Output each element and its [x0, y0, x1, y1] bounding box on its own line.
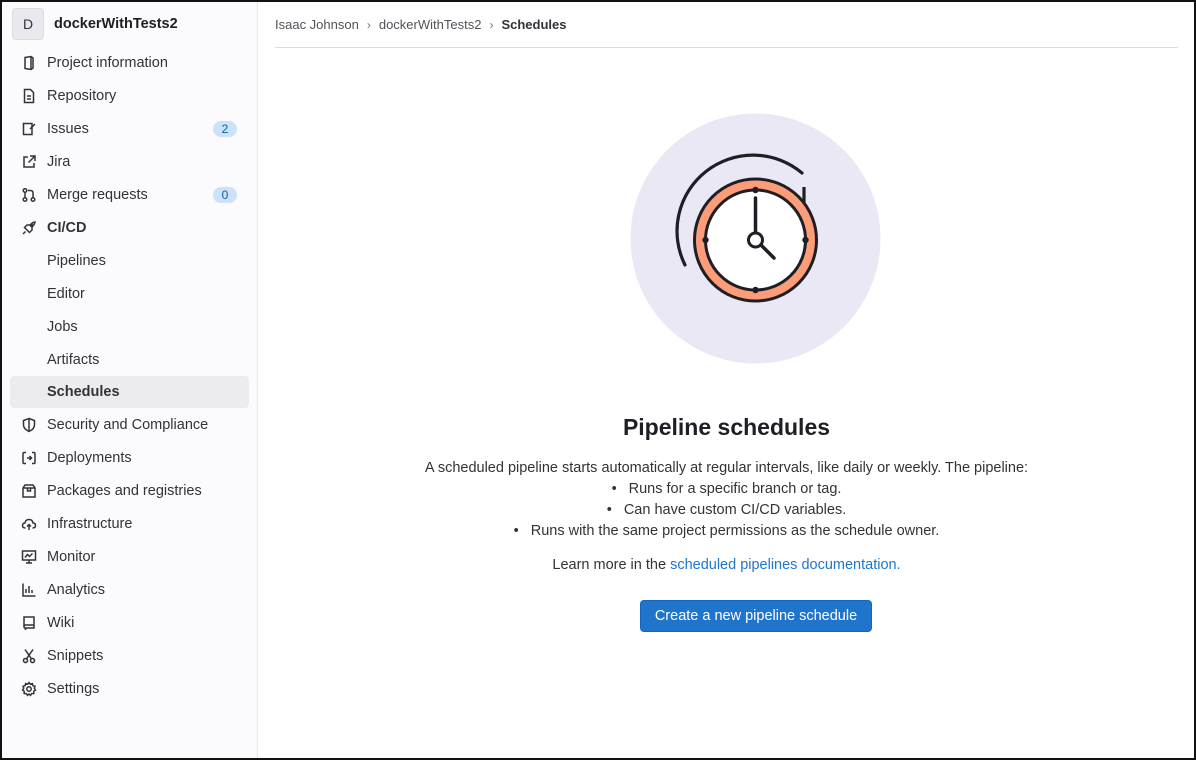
project-avatar[interactable]: D: [12, 8, 44, 40]
merge-requests-count-badge: 0: [213, 187, 237, 203]
merge-request-icon: [20, 186, 38, 204]
sidebar-item-label: Pipelines: [47, 252, 106, 269]
issues-icon: [20, 120, 38, 138]
book-icon: [20, 614, 38, 632]
sidebar-subitem-schedules[interactable]: Schedules: [10, 376, 249, 408]
rocket-icon: [20, 219, 38, 237]
gear-icon: [20, 680, 38, 698]
sidebar-item-label: Merge requests: [47, 186, 148, 203]
monitor-icon: [20, 548, 38, 566]
sidebar-item-label: Infrastructure: [47, 515, 133, 532]
sidebar-item-label: Security and Compliance: [47, 416, 209, 433]
learn-more-prefix: Learn more in the: [552, 557, 671, 573]
project-info-icon: [20, 54, 38, 72]
chart-icon: [20, 581, 38, 599]
empty-state-intro: A scheduled pipeline starts automaticall…: [424, 460, 1029, 476]
sidebar-item-label: Snippets: [47, 647, 104, 664]
breadcrumb-user[interactable]: Isaac Johnson: [275, 17, 359, 32]
sidebar-subitem-jobs[interactable]: Jobs: [2, 310, 257, 343]
project-header[interactable]: D dockerWithTests2: [2, 2, 257, 46]
breadcrumb-separator: ›: [366, 17, 371, 32]
sidebar-item-deployments[interactable]: Deployments: [2, 441, 257, 474]
empty-state-description: A scheduled pipeline starts automaticall…: [259, 458, 1194, 542]
clock-illustration: [630, 113, 881, 364]
sidebar-item-monitor[interactable]: Monitor: [2, 540, 257, 573]
issues-count-badge: 2: [213, 121, 237, 137]
external-link-icon: [20, 153, 38, 171]
sidebar-item-infrastructure[interactable]: Infrastructure: [2, 507, 257, 540]
bullet-item: Can have custom CI/CD variables.: [259, 500, 1194, 521]
document-icon: [20, 87, 38, 105]
sidebar-item-label: Settings: [47, 680, 100, 697]
app-frame: D dockerWithTests2 Project information R…: [0, 0, 1196, 760]
sidebar-item-project-information[interactable]: Project information: [2, 46, 257, 79]
bullet-item: Runs with the same project permissions a…: [259, 521, 1194, 542]
deployments-icon: [20, 449, 38, 467]
sidebar-item-label: Wiki: [47, 614, 75, 631]
sidebar-item-label: Jobs: [47, 318, 78, 335]
sidebar-item-wiki[interactable]: Wiki: [2, 606, 257, 639]
breadcrumb: Isaac Johnson › dockerWithTests2 › Sched…: [275, 2, 1178, 48]
sidebar-item-security-compliance[interactable]: Security and Compliance: [2, 408, 257, 441]
sidebar-item-label: Monitor: [47, 548, 96, 565]
sidebar-item-jira[interactable]: Jira: [2, 145, 257, 178]
sidebar-item-settings[interactable]: Settings: [2, 672, 257, 705]
sidebar-item-label: Analytics: [47, 581, 106, 598]
sidebar-item-packages-registries[interactable]: Packages and registries: [2, 474, 257, 507]
sidebar-item-analytics[interactable]: Analytics: [2, 573, 257, 606]
learn-more-text: Learn more in the scheduled pipelines do…: [259, 557, 1194, 573]
sidebar-item-label: Artifacts: [47, 351, 100, 368]
sidebar-item-issues[interactable]: Issues 2: [2, 112, 257, 145]
breadcrumb-current: Schedules: [501, 17, 567, 32]
empty-state-bullets: Runs for a specific branch or tag. Can h…: [259, 479, 1194, 542]
bullet-item: Runs for a specific branch or tag.: [259, 479, 1194, 500]
sidebar-nav: Project information Repository Issues 2 …: [2, 46, 257, 705]
sidebar-subitem-artifacts[interactable]: Artifacts: [2, 343, 257, 376]
empty-state-title: Pipeline schedules: [622, 414, 831, 440]
shield-icon: [20, 416, 38, 434]
sidebar-item-repository[interactable]: Repository: [2, 79, 257, 112]
sidebar-item-label: Schedules: [47, 384, 120, 400]
breadcrumb-separator: ›: [489, 17, 494, 32]
package-icon: [20, 482, 38, 500]
sidebar-item-label: CI/CD: [47, 219, 87, 236]
sidebar-item-label: Jira: [47, 153, 71, 170]
main-content: Isaac Johnson › dockerWithTests2 › Sched…: [259, 2, 1194, 758]
breadcrumb-project[interactable]: dockerWithTests2: [379, 17, 482, 32]
sidebar-item-cicd[interactable]: CI/CD: [2, 211, 257, 244]
scissors-icon: [20, 647, 38, 665]
sidebar: D dockerWithTests2 Project information R…: [2, 2, 258, 758]
sidebar-subitem-pipelines[interactable]: Pipelines: [2, 244, 257, 277]
sidebar-item-label: Project information: [47, 54, 168, 71]
cloud-icon: [20, 515, 38, 533]
project-name[interactable]: dockerWithTests2: [54, 16, 178, 32]
sidebar-item-label: Editor: [47, 285, 85, 302]
sidebar-item-label: Issues: [47, 120, 89, 137]
create-pipeline-schedule-button[interactable]: Create a new pipeline schedule: [640, 600, 872, 632]
documentation-link[interactable]: scheduled pipelines documentation.: [670, 557, 901, 573]
sidebar-item-label: Packages and registries: [47, 482, 202, 499]
sidebar-item-label: Deployments: [47, 449, 132, 466]
sidebar-subitem-editor[interactable]: Editor: [2, 277, 257, 310]
sidebar-item-snippets[interactable]: Snippets: [2, 639, 257, 672]
sidebar-item-merge-requests[interactable]: Merge requests 0: [2, 178, 257, 211]
sidebar-item-label: Repository: [47, 87, 117, 104]
